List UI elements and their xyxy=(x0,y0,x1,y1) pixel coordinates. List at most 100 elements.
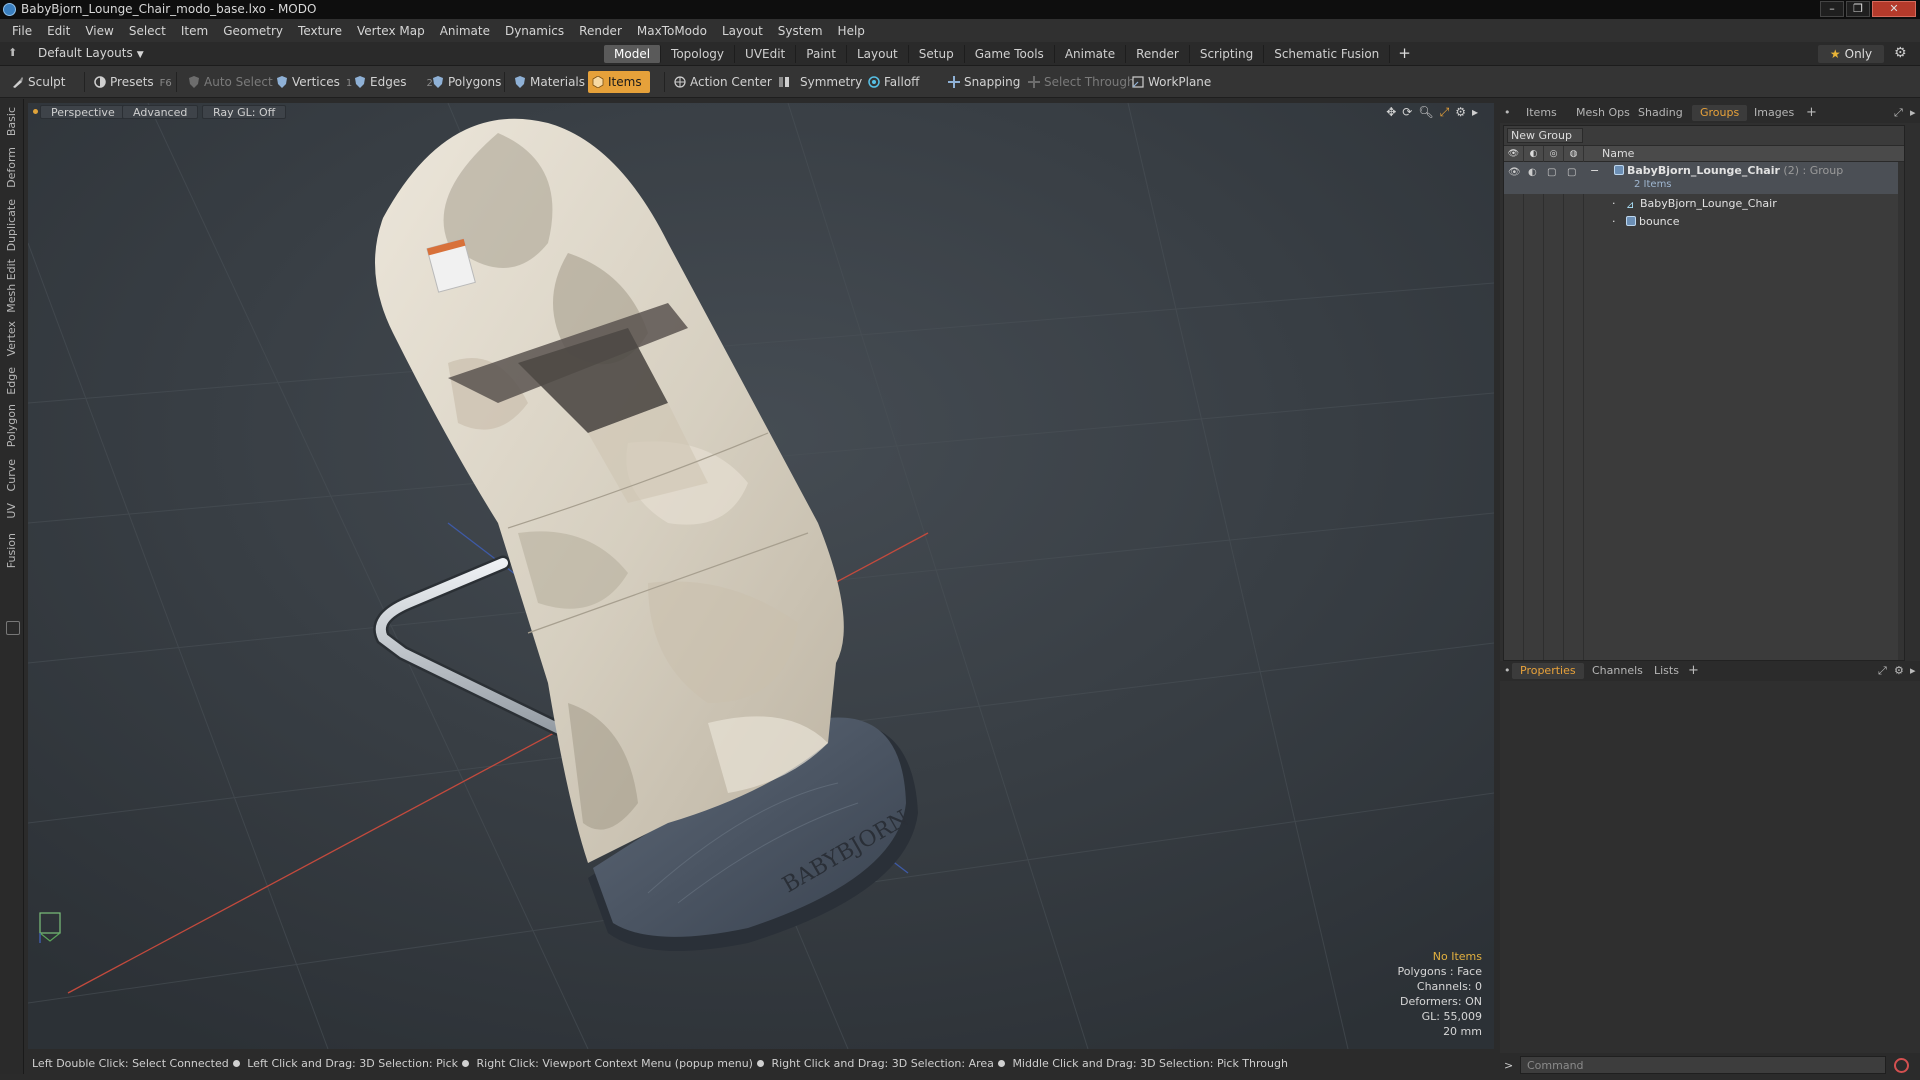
tab-animate[interactable]: Animate xyxy=(1055,45,1127,63)
menu-dynamics[interactable]: Dynamics xyxy=(505,24,564,38)
menu-layout[interactable]: Layout xyxy=(722,24,763,38)
presets-button[interactable]: Presets F6 xyxy=(90,71,172,93)
menu-render[interactable]: Render xyxy=(579,24,622,38)
menu-vertex-map[interactable]: Vertex Map xyxy=(357,24,425,38)
menu-geometry[interactable]: Geometry xyxy=(223,24,283,38)
view-mode-dropdown[interactable]: Perspective xyxy=(40,105,126,119)
tab-shading[interactable]: Shading xyxy=(1630,105,1691,121)
tab-groups[interactable]: Groups xyxy=(1692,105,1748,121)
shading-mode-dropdown[interactable]: Advanced xyxy=(122,105,199,119)
minimize-button[interactable]: – xyxy=(1820,1,1844,17)
panel-arrow-icon[interactable]: ▸ xyxy=(1910,664,1916,677)
viewport-menu-dot[interactable] xyxy=(33,109,38,114)
menu-select[interactable]: Select xyxy=(129,24,166,38)
command-history-arrow-icon[interactable]: > xyxy=(1504,1059,1513,1072)
panel-menu-dot[interactable]: • xyxy=(1504,106,1511,119)
menu-view[interactable]: View xyxy=(85,24,113,38)
layout-selector[interactable]: Default Layouts ▼ xyxy=(38,46,144,60)
tab-paint[interactable]: Paint xyxy=(796,45,847,63)
tab-images[interactable]: Images xyxy=(1746,105,1802,121)
menu-file[interactable]: File xyxy=(12,24,32,38)
panel-menu-dot[interactable]: • xyxy=(1504,664,1511,677)
render-column-icon[interactable]: ◐ xyxy=(1524,146,1544,162)
items-button[interactable]: Items xyxy=(588,71,650,93)
lock-column-icon[interactable]: ◎ xyxy=(1544,146,1564,162)
falloff-button[interactable]: Falloff xyxy=(864,71,919,93)
tab-model[interactable]: Model xyxy=(604,45,662,63)
eye-icon[interactable]: 👁︎ xyxy=(1508,167,1521,178)
list-item[interactable]: · ⊿ BabyBjorn_Lounge_Chair xyxy=(1504,194,1904,212)
tab-game-tools[interactable]: Game Tools xyxy=(965,45,1055,63)
tab-schematic-fusion[interactable]: Schematic Fusion xyxy=(1264,45,1391,63)
left-tab-vertex[interactable]: Vertex xyxy=(5,321,18,356)
groups-scrollbar[interactable] xyxy=(1898,162,1904,660)
close-button[interactable]: ✕ xyxy=(1872,1,1916,17)
menu-help[interactable]: Help xyxy=(838,24,865,38)
menu-system[interactable]: System xyxy=(778,24,823,38)
panel-arrow-icon[interactable]: ▸ xyxy=(1910,106,1916,119)
viewport-expand-icon[interactable]: ▸ xyxy=(1472,105,1478,120)
tab-lists[interactable]: Lists xyxy=(1646,663,1687,679)
visibility-column-icon[interactable]: 👁︎ xyxy=(1504,146,1524,162)
left-tab-duplicate[interactable]: Duplicate xyxy=(5,199,18,251)
only-button[interactable]: ★ Only xyxy=(1818,45,1884,63)
left-tab-polygon[interactable]: Polygon xyxy=(5,404,18,447)
left-tab-deform[interactable]: Deform xyxy=(5,147,18,188)
left-panel-toggle[interactable] xyxy=(6,621,20,635)
left-tab-curve[interactable]: Curve xyxy=(5,459,18,491)
viewport-settings-icon[interactable]: ⚙ xyxy=(1455,105,1466,120)
command-input[interactable] xyxy=(1520,1056,1886,1074)
add-panel-tab-button[interactable]: + xyxy=(1806,105,1817,120)
tab-mesh-ops[interactable]: Mesh Ops xyxy=(1568,105,1638,121)
select-through-button[interactable]: Select Through xyxy=(1024,71,1135,93)
menu-edit[interactable]: Edit xyxy=(47,24,70,38)
name-column-header[interactable]: Name xyxy=(1602,147,1634,160)
tab-uvedit[interactable]: UVEdit xyxy=(735,45,797,63)
left-tab-mesh-edit[interactable]: Mesh Edit xyxy=(5,259,18,313)
list-item[interactable]: · bounce xyxy=(1504,212,1904,230)
group-expander[interactable]: − xyxy=(1590,164,1599,177)
action-center-button[interactable]: Action Center xyxy=(670,71,772,93)
maximize-button[interactable]: ❐ xyxy=(1846,1,1870,17)
zoom-icon[interactable]: 🔍︎ xyxy=(1418,105,1433,120)
left-tab-basic[interactable]: Basic xyxy=(5,107,18,136)
workplane-button[interactable]: WorkPlane xyxy=(1128,71,1211,93)
tab-scripting[interactable]: Scripting xyxy=(1190,45,1265,63)
tab-channels[interactable]: Channels xyxy=(1584,663,1651,679)
menu-animate[interactable]: Animate xyxy=(440,24,490,38)
polygons-button[interactable]: Polygons xyxy=(428,71,501,93)
gear-icon[interactable]: ⚙ xyxy=(1894,45,1907,61)
menu-texture[interactable]: Texture xyxy=(298,24,342,38)
menu-maxtomodo[interactable]: MaxToModo xyxy=(637,24,707,38)
expand-panel-icon[interactable]: ⤢ xyxy=(1894,106,1903,120)
tab-properties[interactable]: Properties xyxy=(1512,663,1584,679)
vertices-button[interactable]: Vertices 1 xyxy=(272,71,352,93)
select-column-icon[interactable]: ◍ xyxy=(1564,146,1584,162)
menu-item[interactable]: Item xyxy=(181,24,208,38)
layout-up-arrow-icon[interactable]: ⬆ xyxy=(8,46,20,60)
tab-items[interactable]: Items xyxy=(1518,105,1565,121)
raygl-toggle[interactable]: Ray GL: Off xyxy=(202,105,287,119)
sculpt-button[interactable]: Sculpt xyxy=(8,71,65,93)
fit-icon[interactable]: ⤢ xyxy=(1440,105,1450,120)
symmetry-button[interactable]: Symmetry xyxy=(774,71,862,93)
auto-select-button[interactable]: Auto Select xyxy=(184,71,273,93)
table-row[interactable]: 👁︎ ◐ ▢ ▢ − BabyBjorn_Lounge_Chair (2) : … xyxy=(1504,162,1904,194)
tab-setup[interactable]: Setup xyxy=(909,45,965,63)
left-tab-edge[interactable]: Edge xyxy=(5,367,18,395)
left-tab-fusion[interactable]: Fusion xyxy=(5,533,18,568)
new-group-button[interactable]: New Group xyxy=(1507,128,1583,143)
add-panel-tab-button[interactable]: + xyxy=(1688,663,1699,678)
render-toggle-icon[interactable]: ◐ xyxy=(1528,167,1537,178)
pan-icon[interactable]: ✥ xyxy=(1386,105,1396,120)
tab-topology[interactable]: Topology xyxy=(661,45,736,63)
left-tab-uv[interactable]: UV xyxy=(5,503,18,519)
3d-viewport[interactable]: BABYBJORN Perspective Advanced Ray GL: O… xyxy=(28,103,1494,1049)
rotate-icon[interactable]: ⟳ xyxy=(1402,105,1412,120)
tab-layout[interactable]: Layout xyxy=(847,45,909,63)
snapping-button[interactable]: Snapping xyxy=(944,71,1020,93)
properties-gear-icon[interactable]: ⚙ xyxy=(1894,664,1904,677)
edges-button[interactable]: Edges 2 xyxy=(350,71,433,93)
tab-render[interactable]: Render xyxy=(1126,45,1190,63)
materials-button[interactable]: Materials xyxy=(510,71,585,93)
